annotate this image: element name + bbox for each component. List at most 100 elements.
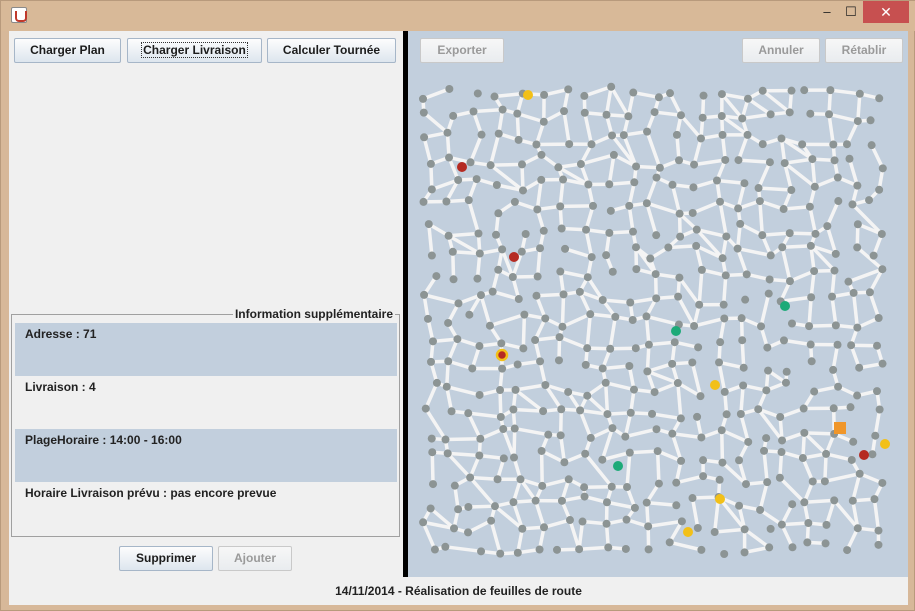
intersection-node[interactable] [445, 153, 454, 162]
intersection-node[interactable] [694, 343, 703, 352]
intersection-node[interactable] [498, 364, 507, 373]
intersection-node[interactable] [477, 547, 486, 556]
intersection-node[interactable] [475, 249, 484, 258]
intersection-node[interactable] [806, 340, 815, 349]
intersection-node[interactable] [830, 156, 839, 165]
intersection-node[interactable] [561, 244, 570, 253]
intersection-node[interactable] [717, 112, 726, 121]
intersection-node[interactable] [779, 205, 788, 214]
delivery-point-green[interactable] [671, 326, 681, 336]
intersection-node[interactable] [699, 456, 708, 465]
intersection-node[interactable] [490, 92, 499, 101]
intersection-node[interactable] [642, 312, 651, 321]
intersection-node[interactable] [733, 244, 742, 253]
intersection-node[interactable] [763, 478, 772, 487]
intersection-node[interactable] [652, 231, 661, 240]
intersection-node[interactable] [715, 358, 724, 367]
intersection-node[interactable] [787, 319, 796, 328]
intersection-node[interactable] [447, 407, 456, 416]
intersection-node[interactable] [532, 291, 541, 300]
intersection-node[interactable] [607, 82, 616, 91]
intersection-node[interactable] [763, 343, 772, 352]
intersection-node[interactable] [754, 184, 763, 193]
intersection-node[interactable] [785, 108, 794, 117]
intersection-node[interactable] [780, 159, 789, 168]
intersection-node[interactable] [755, 197, 764, 206]
intersection-node[interactable] [878, 164, 887, 173]
intersection-node[interactable] [808, 155, 817, 164]
intersection-node[interactable] [539, 226, 548, 235]
intersection-node[interactable] [688, 358, 697, 367]
intersection-node[interactable] [537, 175, 546, 184]
intersection-node[interactable] [449, 275, 458, 284]
intersection-node[interactable] [696, 392, 705, 401]
intersection-node[interactable] [576, 406, 585, 415]
intersection-node[interactable] [737, 314, 746, 323]
intersection-node[interactable] [540, 90, 549, 99]
intersection-node[interactable] [739, 381, 748, 390]
intersection-node[interactable] [675, 209, 684, 218]
intersection-node[interactable] [688, 494, 697, 503]
intersection-node[interactable] [643, 367, 652, 376]
intersection-node[interactable] [490, 502, 499, 511]
intersection-node[interactable] [821, 539, 830, 548]
intersection-node[interactable] [853, 243, 862, 252]
intersection-node[interactable] [539, 117, 548, 126]
intersection-node[interactable] [499, 454, 508, 463]
intersection-node[interactable] [607, 482, 616, 491]
intersection-node[interactable] [442, 382, 451, 391]
ajouter-button[interactable]: Ajouter [218, 546, 292, 571]
intersection-node[interactable] [788, 543, 797, 552]
intersection-node[interactable] [833, 173, 842, 182]
intersection-node[interactable] [494, 265, 503, 274]
intersection-node[interactable] [583, 344, 592, 353]
intersection-node[interactable] [469, 107, 478, 116]
intersection-node[interactable] [473, 89, 482, 98]
intersection-node[interactable] [798, 140, 807, 149]
intersection-node[interactable] [419, 197, 428, 206]
intersection-node[interactable] [718, 130, 727, 139]
delivery-point-green[interactable] [780, 301, 790, 311]
intersection-node[interactable] [624, 112, 633, 121]
intersection-node[interactable] [602, 498, 611, 507]
intersection-node[interactable] [853, 524, 862, 533]
intersection-node[interactable] [564, 85, 573, 94]
intersection-node[interactable] [831, 321, 840, 330]
intersection-node[interactable] [450, 481, 459, 490]
intersection-node[interactable] [428, 448, 437, 457]
intersection-node[interactable] [420, 133, 429, 142]
intersection-node[interactable] [605, 180, 614, 189]
intersection-node[interactable] [509, 498, 518, 507]
intersection-node[interactable] [494, 209, 503, 218]
intersection-node[interactable] [834, 197, 843, 206]
intersection-node[interactable] [518, 186, 527, 195]
intersection-node[interactable] [464, 409, 473, 418]
maximize-button[interactable]: ☐ [837, 1, 865, 23]
intersection-node[interactable] [619, 131, 628, 140]
intersection-node[interactable] [531, 336, 540, 345]
intersection-node[interactable] [604, 543, 613, 552]
intersection-node[interactable] [778, 243, 787, 252]
intersection-node[interactable] [476, 434, 485, 443]
delivery-point-yellow[interactable] [880, 439, 890, 449]
intersection-node[interactable] [441, 435, 450, 444]
intersection-node[interactable] [441, 542, 450, 551]
intersection-node[interactable] [476, 291, 485, 300]
intersection-node[interactable] [875, 185, 884, 194]
intersection-node[interactable] [602, 519, 611, 528]
intersection-node[interactable] [453, 335, 462, 344]
warehouse-marker[interactable] [834, 422, 846, 434]
intersection-node[interactable] [576, 160, 585, 169]
intersection-node[interactable] [668, 429, 677, 438]
intersection-node[interactable] [448, 247, 457, 256]
intersection-node[interactable] [699, 472, 708, 481]
intersection-node[interactable] [538, 481, 547, 490]
close-button[interactable]: ✕ [863, 1, 909, 23]
intersection-node[interactable] [580, 91, 589, 100]
intersection-node[interactable] [654, 93, 663, 102]
intersection-node[interactable] [492, 230, 501, 239]
intersection-node[interactable] [720, 387, 729, 396]
intersection-node[interactable] [676, 232, 685, 241]
intersection-node[interactable] [765, 543, 774, 552]
intersection-node[interactable] [652, 173, 661, 182]
